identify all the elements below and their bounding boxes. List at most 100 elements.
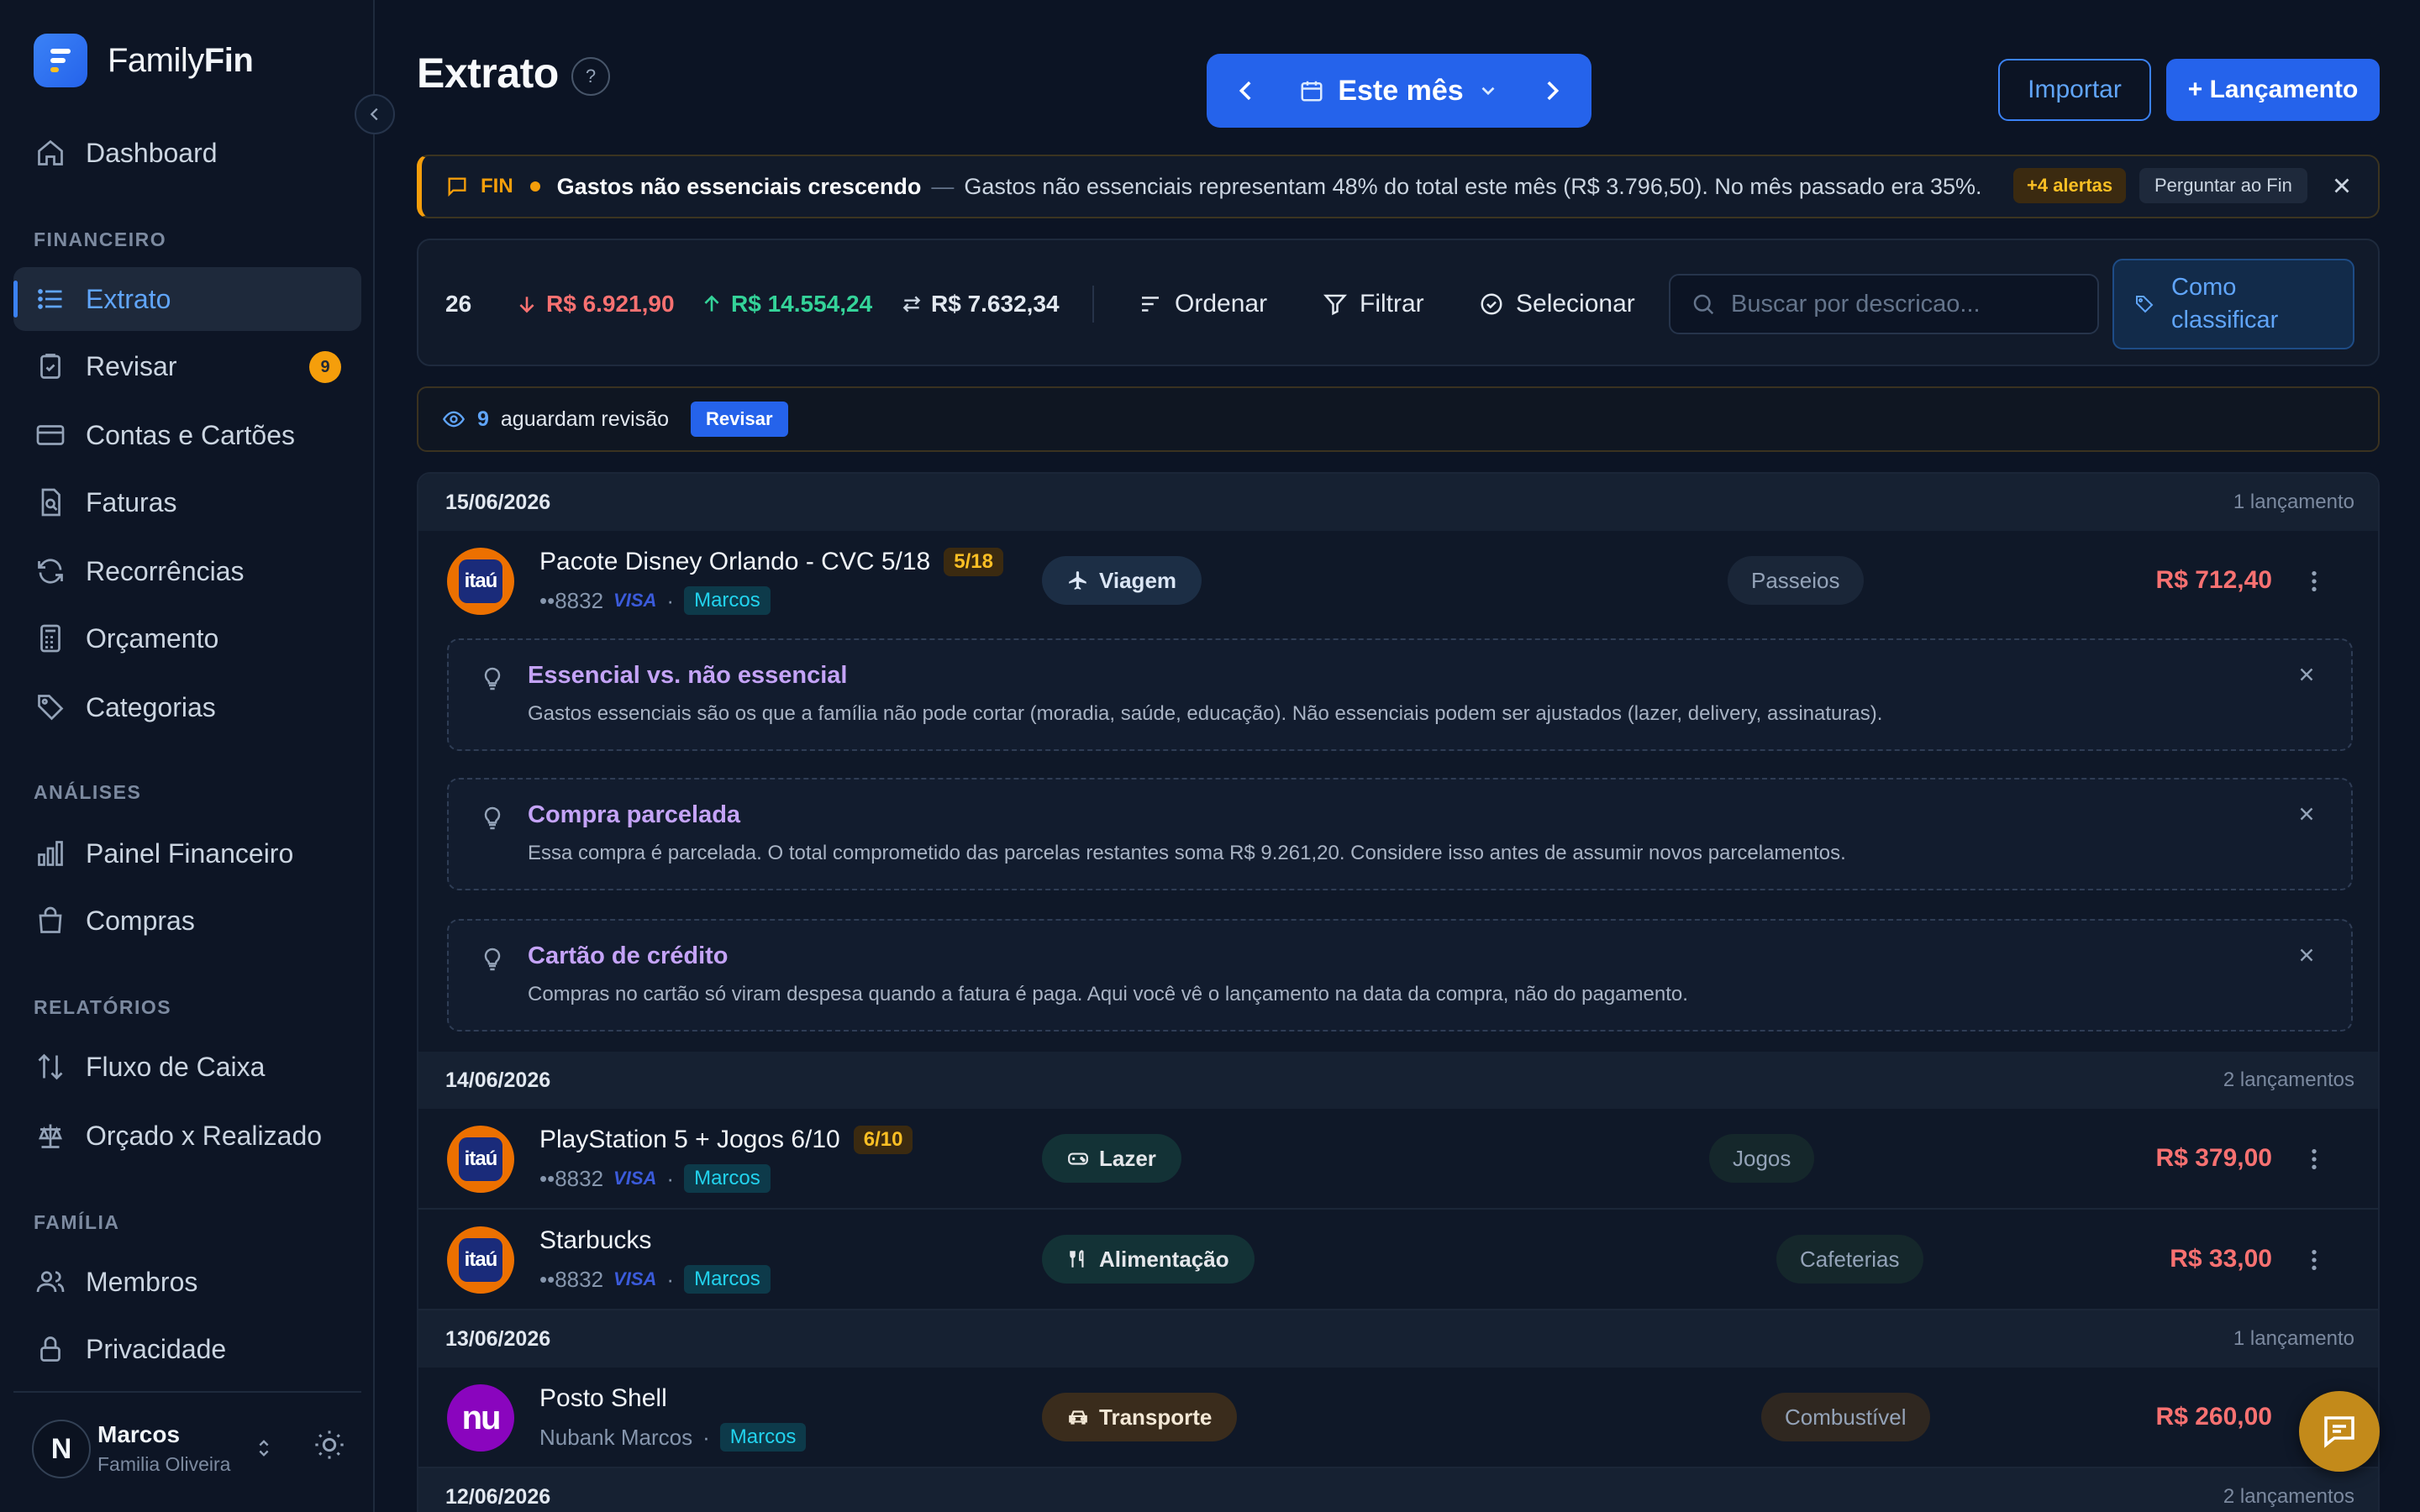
how-to-classify-button[interactable]: Como classificar (2112, 259, 2354, 349)
transaction-title: PlayStation 5 + Jogos 6/10 6/10 (539, 1126, 913, 1154)
previous-month-button[interactable] (1232, 76, 1260, 105)
tip-text: Essa compra é parcelada. O total comprom… (528, 842, 1846, 864)
category-tag[interactable]: Transporte (1042, 1393, 1238, 1441)
tip-card: Compra parcelada Essa compra é parcelada… (447, 778, 2353, 890)
close-icon[interactable] (2296, 803, 2317, 825)
subcategory-tag[interactable]: Combustível (1761, 1393, 1930, 1441)
ask-fin-button[interactable]: Perguntar ao Fin (2139, 168, 2307, 203)
table-row[interactable]: nu Posto Shell Nubank Marcos · Marcos Tr… (418, 1368, 2378, 1468)
day-date: 15/06/2026 (445, 490, 551, 514)
more-vertical-icon[interactable] (2301, 1144, 2328, 1174)
category-tag[interactable]: Lazer (1042, 1134, 1181, 1183)
sun-icon[interactable] (313, 1428, 346, 1462)
help-button[interactable]: ? (571, 57, 610, 96)
transaction-amount: R$ 33,00 (2170, 1245, 2272, 1273)
brand[interactable]: FamilyFin (34, 34, 254, 87)
sidebar-item-recorrencias[interactable]: Recorrências (13, 539, 361, 603)
category-tag[interactable]: Viagem (1042, 556, 1202, 605)
new-entry-button[interactable]: + Lançamento (2166, 59, 2380, 121)
close-icon[interactable] (2296, 664, 2317, 685)
tip-title: Cartão de crédito (528, 942, 729, 969)
filter-button[interactable]: Filtrar (1323, 240, 1424, 368)
select-button[interactable]: Selecionar (1479, 240, 1635, 368)
sidebar-item-categorias[interactable]: Categorias (13, 675, 361, 739)
category-tag[interactable]: Alimentação (1042, 1235, 1255, 1284)
transaction-name: PlayStation 5 + Jogos 6/10 (539, 1126, 840, 1153)
sidebar-item-dashboard[interactable]: Dashboard (13, 121, 361, 185)
period-label: Este mês (1338, 74, 1464, 107)
more-vertical-icon[interactable] (2301, 566, 2328, 596)
day-date: 13/06/2026 (445, 1326, 551, 1351)
more-vertical-icon[interactable] (2301, 1245, 2328, 1275)
period-dropdown[interactable]: Este mês (1299, 75, 1498, 108)
transaction-title: Starbucks (539, 1226, 651, 1255)
avatar: N (32, 1420, 91, 1478)
brand-name: FamilyFin (108, 41, 254, 79)
expenses-value: R$ 6.921,90 (546, 291, 675, 317)
table-row[interactable]: itaú Starbucks ••8832 VISA · Marcos Alim… (418, 1210, 2378, 1310)
next-month-button[interactable] (1538, 76, 1566, 105)
tip-text: Compras no cartão só viram despesa quand… (528, 983, 1688, 1005)
sidebar-item-painel[interactable]: Painel Financeiro (13, 822, 361, 885)
import-button[interactable]: Importar (1998, 59, 2151, 121)
transaction-name: Pacote Disney Orlando - CVC 5/18 (539, 548, 931, 575)
table-row[interactable]: itaú Pacote Disney Orlando - CVC 5/18 5/… (418, 531, 2378, 632)
tip-title: Essencial vs. não essencial (528, 662, 848, 689)
owner-tag[interactable]: Marcos (684, 586, 771, 615)
day-header: 13/06/2026 1 lançamento (418, 1310, 2378, 1368)
chevrons-up-down-icon[interactable] (252, 1433, 276, 1463)
day-count: 1 lançamento (2233, 1327, 2354, 1350)
sidebar-item-privacidade[interactable]: Privacidade (13, 1317, 361, 1381)
receipt-search-icon (34, 486, 67, 519)
subcategory-tag[interactable]: Passeios (1728, 556, 1864, 605)
tag-icon (2136, 296, 2154, 313)
sidebar-item-faturas[interactable]: Faturas (13, 470, 361, 534)
alert-dot (529, 181, 540, 192)
check-circle-icon (1481, 293, 1502, 315)
tag-icon (34, 690, 67, 724)
collapse-sidebar-button[interactable] (355, 94, 395, 134)
car-icon (1069, 1410, 1087, 1425)
sidebar-item-contas[interactable]: Contas e Cartões (13, 403, 361, 467)
owner-tag[interactable]: Marcos (719, 1423, 807, 1452)
user-menu[interactable]: N Marcos Familia Oliveira (13, 1391, 361, 1502)
separator: · (666, 1266, 675, 1292)
search-box (1669, 274, 2099, 334)
gamepad-icon (1068, 1152, 1088, 1165)
classify-line-2: classificar (2171, 307, 2279, 333)
sidebar-item-label: Revisar (86, 350, 177, 381)
review-count: 9 (477, 407, 489, 431)
sidebar-item-membros[interactable]: Membros (13, 1250, 361, 1314)
chat-button[interactable] (2299, 1391, 2380, 1472)
calendar-icon (1301, 81, 1323, 102)
more-alerts-button[interactable]: +4 alertas (2013, 168, 2127, 203)
sidebar-item-fluxo[interactable]: Fluxo de Caixa (13, 1035, 361, 1099)
category-label: Alimentação (1099, 1246, 1229, 1272)
sidebar-item-extrato[interactable]: Extrato (13, 267, 361, 331)
net-balance: R$ 7.632,34 (901, 240, 1060, 368)
day-count: 1 lançamento (2233, 491, 2354, 513)
day-header: 12/06/2026 2 lançamentos (418, 1468, 2378, 1512)
nubank-logo: nu (447, 1384, 514, 1452)
sort-button[interactable]: Ordenar (1138, 240, 1267, 368)
search-input[interactable] (1731, 290, 2084, 318)
close-icon[interactable] (2296, 944, 2317, 966)
transaction-meta: Nubank Marcos · Marcos (539, 1423, 807, 1452)
sidebar-item-orcamento[interactable]: Orçamento (13, 606, 361, 670)
subcategory-tag[interactable]: Cafeterias (1776, 1235, 1923, 1284)
sidebar-item-revisar[interactable]: Revisar 9 (13, 334, 361, 398)
sidebar-item-compras[interactable]: Compras (13, 889, 361, 953)
subcategory-tag[interactable]: Jogos (1709, 1134, 1815, 1183)
table-row[interactable]: itaú PlayStation 5 + Jogos 6/10 6/10 ••8… (418, 1109, 2378, 1210)
close-icon[interactable] (2329, 173, 2354, 198)
review-button[interactable]: Revisar (691, 402, 788, 437)
classify-line-1: Como (2171, 273, 2237, 301)
transaction-amount: R$ 712,40 (2155, 566, 2272, 594)
owner-tag[interactable]: Marcos (684, 1164, 771, 1193)
tip-text: Gastos essenciais são os que a família n… (528, 702, 1883, 725)
sidebar-item-label: Categorias (86, 691, 216, 722)
sidebar-item-label: Membros (86, 1266, 198, 1297)
sidebar-item-orcado-realizado[interactable]: Orçado x Realizado (13, 1104, 361, 1168)
owner-tag[interactable]: Marcos (684, 1265, 771, 1294)
lock-icon (34, 1332, 67, 1366)
